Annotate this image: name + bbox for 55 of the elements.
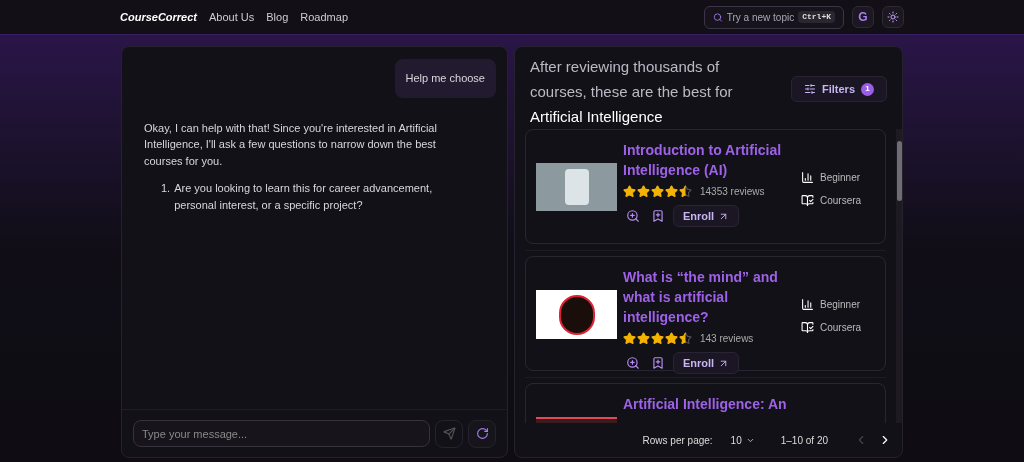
half-star-icon: [679, 332, 692, 345]
star-icon: [637, 332, 650, 345]
course-level: Beginner: [820, 171, 861, 185]
theme-toggle-button[interactable]: [882, 6, 904, 28]
search-field[interactable]: Try a new topic Ctrl+K: [704, 5, 844, 29]
nav-link[interactable]: Roadmap: [300, 8, 348, 26]
bar-chart-icon: [801, 171, 814, 184]
bookmark-icon[interactable]: [651, 356, 665, 370]
account-button[interactable]: G: [852, 6, 874, 28]
nav-link[interactable]: Blog: [266, 8, 289, 26]
bookmark-icon[interactable]: [651, 209, 665, 223]
review-count: 14353 reviews: [700, 185, 765, 199]
book-icon: [801, 321, 814, 334]
search-icon: [713, 11, 723, 23]
star-icon: [637, 185, 650, 198]
bot-message: Okay, I can help with that! Since you're interested in Artificial Intelligence, I'll ask a few questions to narrow down the best courses for you.: [144, 120, 438, 169]
restart-button[interactable]: [468, 419, 496, 448]
star-icon: [623, 185, 636, 198]
half-star-icon: [679, 185, 692, 198]
scrollbar[interactable]: [896, 129, 902, 423]
nav-link[interactable]: About Us: [209, 8, 255, 26]
zoom-icon[interactable]: [626, 356, 640, 370]
list-number: 1.: [161, 181, 171, 196]
star-icon: [623, 332, 636, 345]
course-title[interactable]: Introduction to Artificial Intelligence (AI): [623, 140, 795, 180]
star-icon: [665, 185, 678, 198]
send-icon: [442, 427, 456, 440]
star-icon: [651, 332, 664, 345]
filters-button[interactable]: Filters 1: [791, 76, 887, 102]
course-level: Beginner: [820, 298, 861, 312]
rows-per-page-label: Rows per page:: [642, 433, 713, 448]
star-icon: [665, 332, 678, 345]
book-icon: [801, 194, 814, 207]
course-provider: Coursera: [820, 194, 862, 208]
refresh-icon: [475, 427, 489, 440]
sun-icon: [887, 11, 899, 23]
list-item-text: Are you looking to learn this for career advancement, personal interest, or a specific project?: [174, 181, 434, 213]
course-title[interactable]: What is “the mind” and what is artificial intelligence?: [623, 267, 795, 327]
enroll-button[interactable]: Enroll: [673, 352, 740, 374]
filter-count-badge: 1: [861, 82, 874, 96]
page-range: 1–10 of 20: [780, 433, 828, 448]
results-heading: After reviewing thousands of courses, these are the best for Artificial Intelligence: [530, 57, 734, 127]
user-message: Help me choose: [394, 59, 496, 98]
review-count: 143 reviews: [700, 332, 754, 346]
logo[interactable]: CourseCorrect: [120, 8, 198, 26]
enroll-button[interactable]: Enroll: [673, 205, 740, 227]
rows-per-page-select[interactable]: 10: [730, 432, 755, 448]
shortcut-key: Ctrl+K: [798, 11, 835, 23]
course-title[interactable]: Artificial Intelligence: An: [623, 394, 795, 414]
message-input[interactable]: Type your message...: [133, 420, 430, 447]
zoom-icon[interactable]: [626, 209, 640, 223]
course-provider: Coursera: [820, 321, 862, 335]
bar-chart-icon: [801, 298, 814, 311]
sliders-icon: [804, 83, 816, 95]
star-icon: [651, 185, 664, 198]
